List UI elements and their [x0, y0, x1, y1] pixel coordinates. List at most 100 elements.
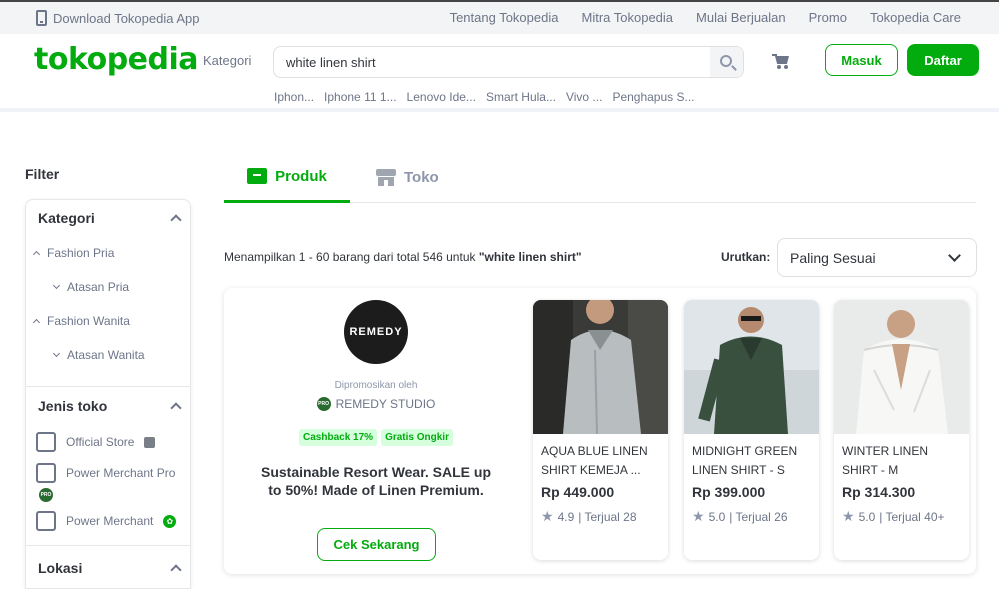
promo-store-name: REMEDY STUDIO: [335, 397, 436, 411]
cek-sekarang-button[interactable]: Cek Sekarang: [317, 528, 436, 561]
brand-logo[interactable]: REMEDY: [344, 300, 408, 364]
suggestion-item[interactable]: Vivo ...: [566, 90, 602, 104]
product-rating: ★ 5.0 | Terjual 40+: [842, 508, 945, 525]
store-type-label: Official Store: [66, 435, 135, 449]
tab-label: Toko: [404, 169, 439, 186]
collapse-icon[interactable]: [170, 402, 182, 414]
checkbox[interactable]: [36, 432, 56, 452]
category-label: Atasan Pria: [67, 280, 130, 294]
search-button[interactable]: [710, 47, 743, 77]
suggestion-item[interactable]: Iphone 11 1...: [324, 90, 397, 104]
power-merchant-icon: ✿: [163, 514, 177, 528]
checkbox[interactable]: [36, 511, 56, 531]
cart-icon[interactable]: [772, 54, 790, 69]
top-links: Tentang Tokopedia Mitra Tokopedia Mulai …: [450, 10, 961, 25]
link-promo[interactable]: Promo: [809, 10, 847, 25]
sort-select[interactable]: Paling Sesuai: [777, 238, 977, 277]
download-app-label: Download Tokopedia App: [53, 10, 200, 26]
collapse-icon[interactable]: [170, 214, 182, 226]
star-icon: ★: [541, 508, 554, 524]
product-card[interactable]: AQUA BLUE LINEN SHIRT KEMEJA ... Rp 449.…: [533, 300, 668, 560]
link-mulai-berjualan[interactable]: Mulai Berjualan: [696, 10, 786, 25]
promo-store[interactable]: PRO REMEDY STUDIO: [224, 397, 528, 411]
category-fashion-wanita[interactable]: Fashion Wanita: [32, 314, 130, 328]
login-button[interactable]: Masuk: [825, 44, 898, 76]
checkbox[interactable]: [36, 463, 56, 483]
product-image[interactable]: [684, 300, 819, 434]
product-box-icon: [247, 168, 268, 184]
phone-icon: [36, 10, 47, 26]
result-tabs: Produk Toko: [224, 152, 976, 203]
divider: [26, 386, 190, 387]
chevron-down-icon: [948, 249, 961, 262]
product-name[interactable]: AQUA BLUE LINEN SHIRT KEMEJA ...: [541, 442, 662, 480]
store-type-label: Power Merchant Pro: [66, 466, 176, 480]
kategori-menu[interactable]: Kategori: [203, 53, 251, 68]
product-price: Rp 449.000: [541, 484, 615, 500]
result-query: "white linen shirt": [478, 250, 582, 264]
filter-power-merchant-pro[interactable]: Power Merchant Pro: [36, 463, 175, 483]
filter-power-merchant[interactable]: Power Merchant ✿: [36, 511, 177, 531]
star-icon: ★: [842, 508, 855, 524]
result-count-prefix: Menampilkan 1 - 60 barang dari total 546…: [224, 250, 479, 264]
search-input[interactable]: white linen shirt: [286, 55, 376, 70]
link-tentang[interactable]: Tentang Tokopedia: [450, 10, 559, 25]
category-atasan-pria[interactable]: Atasan Pria: [52, 280, 130, 294]
category-atasan-wanita[interactable]: Atasan Wanita: [52, 348, 145, 362]
register-button[interactable]: Daftar: [907, 44, 979, 76]
lokasi-section-title[interactable]: Lokasi: [38, 560, 82, 576]
filter-official-store[interactable]: Official Store: [36, 432, 156, 452]
product-price: Rp 399.000: [692, 484, 766, 500]
search-icon: [720, 55, 732, 67]
chevron-down-icon: [52, 281, 61, 290]
product-price: Rp 314.300: [842, 484, 916, 500]
sort-value: Paling Sesuai: [790, 250, 876, 266]
product-rating: ★ 5.0 | Terjual 26: [692, 508, 788, 525]
product-image[interactable]: [533, 300, 668, 434]
product-card[interactable]: WINTER LINEN SHIRT - M Rp 314.300 ★ 5.0 …: [834, 300, 969, 560]
sort-label: Urutkan:: [721, 250, 771, 264]
header: tokopedia Kategori white linen shirt Mas…: [0, 34, 999, 112]
result-count: Menampilkan 1 - 60 barang dari total 546…: [224, 250, 582, 264]
sold-count: | Terjual 40+: [879, 509, 945, 524]
collapse-icon[interactable]: [170, 564, 182, 576]
suggestion-item[interactable]: Lenovo Ide...: [407, 90, 476, 104]
official-store-icon: [144, 436, 156, 448]
product-image[interactable]: [834, 300, 969, 434]
cashback-badge: Cashback 17%: [299, 429, 378, 446]
chevron-up-icon: [32, 318, 41, 327]
link-care[interactable]: Tokopedia Care: [870, 10, 961, 25]
kategori-section-title[interactable]: Kategori: [38, 210, 95, 226]
search-bar[interactable]: white linen shirt: [273, 46, 744, 78]
product-card[interactable]: MIDNIGHT GREEN LINEN SHIRT - S Rp 399.00…: [684, 300, 819, 560]
rating-value: 5.0: [708, 509, 726, 524]
link-mitra[interactable]: Mitra Tokopedia: [581, 10, 673, 25]
free-shipping-badge: Gratis Ongkir: [381, 429, 453, 446]
logo[interactable]: tokopedia: [34, 42, 199, 77]
sold-count: | Terjual 26: [729, 509, 788, 524]
tab-toko[interactable]: Toko: [376, 152, 439, 203]
jenis-toko-section-title[interactable]: Jenis toko: [38, 398, 107, 414]
tab-produk[interactable]: Produk: [224, 152, 350, 203]
filter-panel: Kategori Fashion Pria Atasan Pria Fashio…: [25, 199, 191, 589]
tab-label: Produk: [275, 167, 327, 185]
category-label: Fashion Wanita: [47, 314, 130, 328]
filter-title: Filter: [25, 166, 60, 182]
power-merchant-pro-icon: PRO: [316, 397, 331, 411]
promoted-by-label: Dipromosikan oleh: [334, 380, 418, 391]
suggestion-item[interactable]: Penghapus S...: [612, 90, 694, 104]
promo-description: Sustainable Resort Wear. SALE up to 50%!…: [260, 464, 492, 498]
power-merchant-pro-icon: PRO: [39, 488, 53, 502]
product-name[interactable]: WINTER LINEN SHIRT - M: [842, 442, 963, 480]
download-app-link[interactable]: Download Tokopedia App: [36, 10, 200, 26]
suggestion-item[interactable]: Smart Hula...: [486, 90, 556, 104]
category-fashion-pria[interactable]: Fashion Pria: [32, 246, 115, 260]
search-suggestions: Iphon... Iphone 11 1... Lenovo Ide... Sm…: [274, 90, 705, 104]
chevron-up-icon: [32, 250, 41, 259]
product-name[interactable]: MIDNIGHT GREEN LINEN SHIRT - S: [692, 442, 813, 480]
sold-count: | Terjual 28: [578, 509, 637, 524]
chevron-down-icon: [52, 349, 61, 358]
promo-chips: Cashback 17% Gratis Ongkir: [224, 429, 528, 446]
suggestion-item[interactable]: Iphon...: [274, 90, 314, 104]
category-label: Fashion Pria: [47, 246, 115, 260]
